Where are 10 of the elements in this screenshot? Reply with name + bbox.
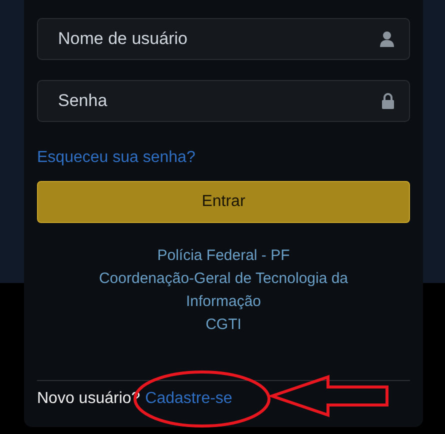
forgot-password-link[interactable]: Esqueceu sua senha?	[37, 146, 196, 170]
register-link[interactable]: Cadastre-se	[145, 387, 232, 411]
footer-text: Polícia Federal - PF	[156, 246, 291, 266]
lock-icon	[382, 93, 394, 109]
user-icon	[380, 31, 394, 47]
username-field[interactable]: Nome de usuário	[37, 18, 410, 60]
footer-text: CGTI	[204, 315, 242, 335]
login-button[interactable]: Entrar	[37, 181, 410, 223]
password-field[interactable]: Senha	[37, 80, 410, 122]
footer-text: Coordenação-Geral de Tecnologia da Informação	[98, 269, 350, 312]
